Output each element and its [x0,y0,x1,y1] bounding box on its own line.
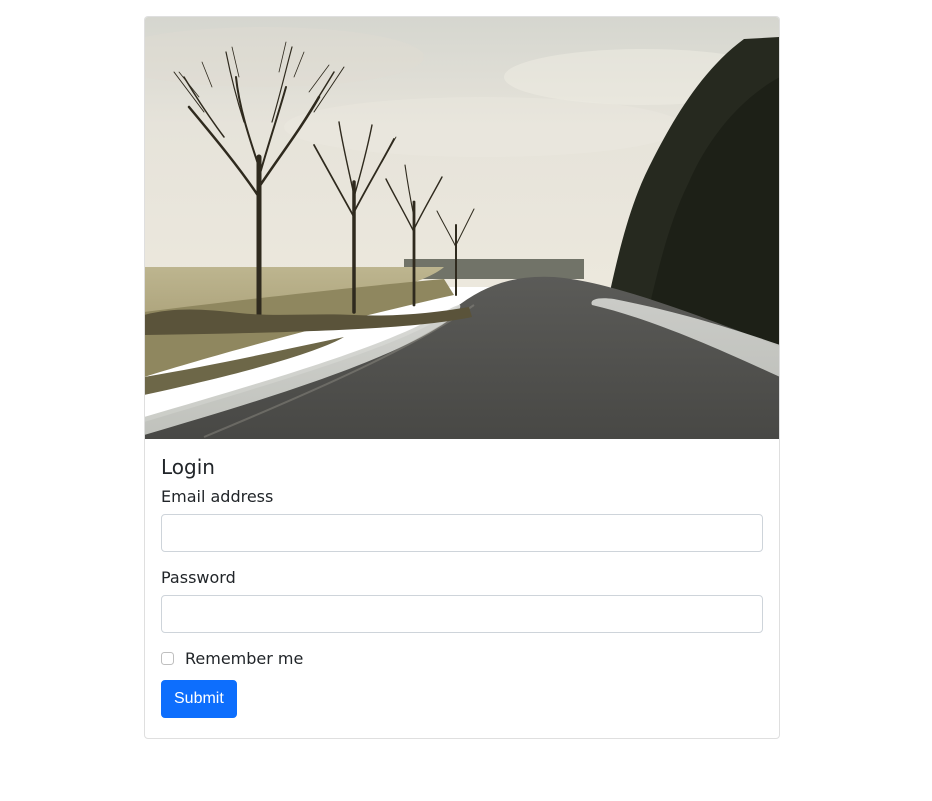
remember-group: Remember me [161,649,763,668]
hero-image [145,17,779,439]
card-body: Login Email address Password Remember me… [145,439,779,738]
remember-label: Remember me [185,649,303,668]
password-field[interactable] [161,595,763,633]
submit-button[interactable]: Submit [161,680,237,718]
login-form: Email address Password Remember me Submi… [161,487,763,718]
email-label: Email address [161,487,763,506]
login-title: Login [161,455,763,479]
login-card: Login Email address Password Remember me… [144,16,780,739]
password-group: Password [161,568,763,633]
remember-checkbox[interactable] [161,652,174,665]
password-label: Password [161,568,763,587]
email-group: Email address [161,487,763,552]
email-field[interactable] [161,514,763,552]
